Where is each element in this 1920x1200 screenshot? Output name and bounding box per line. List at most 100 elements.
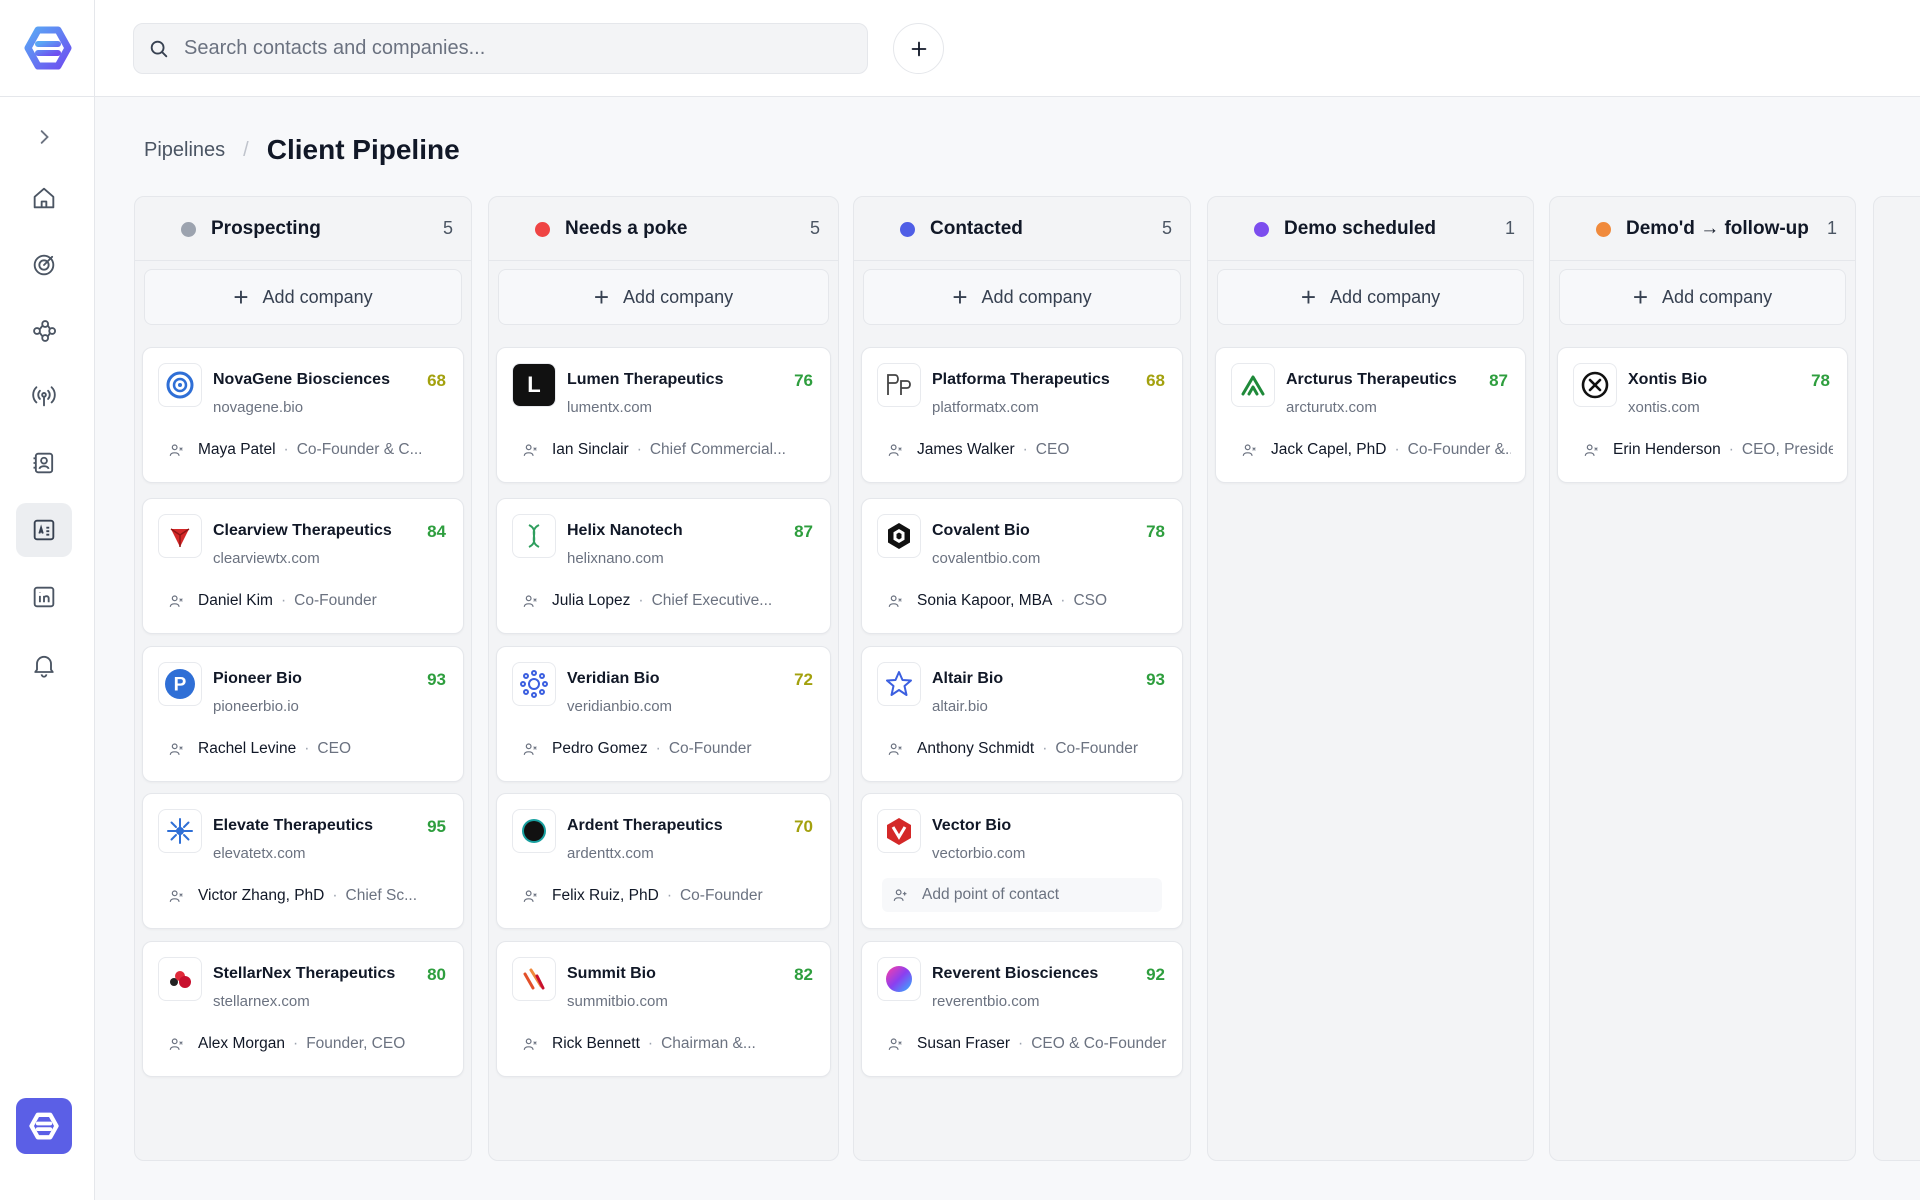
company-score: 92 bbox=[1146, 965, 1165, 984]
company-card[interactable]: Clearview Therapeutics clearviewtx.com 84 D… bbox=[142, 498, 464, 634]
sidebar-item-network[interactable] bbox=[16, 304, 72, 358]
company-card[interactable]: Veridian Bio veridianbio.com 72 Pedro Gomez… bbox=[496, 646, 831, 782]
contact-role: CEO, President bbox=[1741, 441, 1833, 458]
sidebar-item-notifications[interactable] bbox=[16, 638, 72, 692]
company-card[interactable]: Platforma Therapeutics platformatx.com 68 J… bbox=[861, 347, 1183, 483]
company-card[interactable]: Helix Nanotech helixnano.com 87 Julia Lopez… bbox=[496, 498, 831, 634]
column-count: 1 bbox=[1826, 218, 1837, 238]
point-of-contact[interactable]: Anthony Schmidt · Co-Founder bbox=[887, 737, 1168, 761]
contact-role: Chief Executive... bbox=[651, 592, 773, 609]
add-point-of-contact-button[interactable]: Add point of contact bbox=[882, 878, 1162, 912]
point-of-contact[interactable]: Rick Bennett · Chairman &... bbox=[522, 1032, 816, 1056]
point-of-contact[interactable]: Sonia Kapoor, MBA · CSO bbox=[887, 589, 1168, 613]
column-title: Demo'd → follow-up bbox=[1626, 217, 1809, 239]
point-of-contact[interactable]: Erin Henderson · CEO, President bbox=[1583, 438, 1833, 462]
sidebar-item-companies[interactable] bbox=[16, 503, 72, 557]
linkedin-icon bbox=[33, 586, 55, 608]
company-name: Altair Bio bbox=[932, 670, 1004, 687]
company-card[interactable]: Xontis Bio xontis.com 78 Erin Henderson · CEO… bbox=[1557, 347, 1848, 483]
company-score: 76 bbox=[794, 371, 813, 390]
breadcrumb-parent-link[interactable]: Pipelines bbox=[144, 139, 225, 162]
point-of-contact[interactable]: Daniel Kim · Co-Founder bbox=[168, 589, 449, 613]
company-card[interactable]: P Pioneer Bio pioneerbio.io 93 Rachel Levine… bbox=[142, 646, 464, 782]
company-name: Reverent Biosciences bbox=[932, 965, 1099, 982]
column-header[interactable]: Demo scheduled 1 bbox=[1208, 197, 1533, 261]
company-domain: novagene.bio bbox=[213, 399, 304, 416]
company-domain: xontis.com bbox=[1628, 399, 1700, 416]
column-header[interactable]: Prospecting 5 bbox=[135, 197, 471, 261]
company-domain: stellarnex.com bbox=[213, 993, 310, 1010]
point-of-contact[interactable]: Jack Capel, PhD · Co-Founder &... bbox=[1241, 438, 1511, 462]
workspace-button[interactable] bbox=[16, 1098, 72, 1154]
add-company-button[interactable]: + Add company bbox=[863, 269, 1181, 325]
point-of-contact[interactable]: Julia Lopez · Chief Executive... bbox=[522, 589, 816, 613]
company-card[interactable]: Summit Bio summitbio.com 82 Rick Bennett · Ch… bbox=[496, 941, 831, 1077]
column-title: Prospecting bbox=[211, 217, 321, 239]
separator-dot: · bbox=[280, 592, 287, 609]
company-card[interactable]: Altair Bio altair.bio 93 Anthony Schmidt · Co… bbox=[861, 646, 1183, 782]
column-header[interactable]: Contacted 5 bbox=[854, 197, 1190, 261]
company-card[interactable]: Covalent Bio covalentbio.com 78 Sonia Kapoo… bbox=[861, 498, 1183, 634]
company-domain: summitbio.com bbox=[567, 993, 668, 1010]
pipeline-column: Demo'd → follow-up 1 + Add company Xontis Bi… bbox=[1549, 196, 1856, 1161]
add-company-button[interactable]: + Add company bbox=[144, 269, 462, 325]
point-of-contact[interactable]: Alex Morgan · Founder, CEO bbox=[168, 1032, 449, 1056]
contact-person-icon bbox=[1242, 444, 1256, 456]
sidebar-item-contacts[interactable] bbox=[16, 436, 72, 490]
breadcrumb: Pipelines / Client Pipeline bbox=[144, 132, 460, 168]
company-domain: helixnano.com bbox=[567, 550, 664, 567]
sidebar-item-linkedin[interactable] bbox=[16, 570, 72, 624]
company-card[interactable]: Ardent Therapeutics ardenttx.com 70 Felix R… bbox=[496, 793, 831, 929]
column-count: 1 bbox=[1504, 218, 1515, 238]
contact-role: CEO & Co-Founder bbox=[1031, 1035, 1167, 1052]
column-header[interactable]: Demo'd → follow-up 1 bbox=[1550, 197, 1855, 261]
separator-dot: · bbox=[293, 1035, 299, 1052]
search-input[interactable] bbox=[184, 37, 824, 60]
sidebar-item-home[interactable] bbox=[16, 171, 72, 225]
sidebar-item-signals[interactable] bbox=[16, 369, 72, 423]
sidebar-item-targets[interactable] bbox=[16, 238, 72, 292]
company-score: 93 bbox=[1146, 670, 1165, 689]
contact-role: Chairman &... bbox=[661, 1035, 756, 1052]
company-logo-icon bbox=[512, 662, 556, 706]
company-card[interactable]: NovaGene Biosciences novagene.bio 68 Maya P… bbox=[142, 347, 464, 483]
company-logo-icon bbox=[877, 363, 921, 407]
chevron-right-icon bbox=[40, 130, 49, 144]
company-card[interactable]: StellarNex Therapeutics stellarnex.com 80 A… bbox=[142, 941, 464, 1077]
point-of-contact[interactable]: Victor Zhang, PhD · Chief Sc... bbox=[168, 884, 449, 908]
app-logo-icon bbox=[29, 1112, 59, 1140]
network-icon bbox=[33, 320, 57, 342]
company-card[interactable]: Arcturus Therapeutics arcturutx.com 87 Jack… bbox=[1215, 347, 1526, 483]
company-score: 68 bbox=[1146, 371, 1165, 390]
company-logo-icon bbox=[1573, 363, 1617, 407]
company-logo-icon: P bbox=[158, 662, 202, 706]
add-button[interactable] bbox=[893, 23, 944, 74]
point-of-contact[interactable]: Felix Ruiz, PhD · Co-Founder bbox=[522, 884, 816, 908]
app-logo[interactable] bbox=[0, 0, 95, 97]
company-name: Covalent Bio bbox=[932, 522, 1030, 539]
companies-icon bbox=[33, 519, 55, 541]
company-logo-icon bbox=[512, 957, 556, 1001]
add-company-button[interactable]: + Add company bbox=[1559, 269, 1846, 325]
contacts-icon bbox=[33, 452, 54, 474]
contact-name: Victor Zhang, PhD bbox=[198, 887, 325, 904]
point-of-contact[interactable]: James Walker · CEO bbox=[887, 438, 1168, 462]
separator-dot: · bbox=[1060, 592, 1066, 609]
contact-name: Felix Ruiz, PhD bbox=[552, 887, 659, 904]
column-status-dot bbox=[1254, 222, 1269, 237]
point-of-contact[interactable]: Pedro Gomez · Co-Founder bbox=[522, 737, 816, 761]
sidebar-expand-button[interactable] bbox=[16, 110, 72, 164]
company-card[interactable]: Elevate Therapeutics elevatetx.com 95 Victo… bbox=[142, 793, 464, 929]
add-company-button[interactable]: + Add company bbox=[1217, 269, 1524, 325]
company-card[interactable]: L Lumen Therapeutics lumentx.com 76 Ian Sinc… bbox=[496, 347, 831, 483]
point-of-contact[interactable]: Rachel Levine · CEO bbox=[168, 737, 449, 761]
company-logo-icon bbox=[877, 957, 921, 1001]
point-of-contact[interactable]: Susan Fraser · CEO & Co-Founder bbox=[887, 1032, 1168, 1056]
point-of-contact[interactable]: Maya Patel · Co-Founder & C... bbox=[168, 438, 449, 462]
company-card[interactable]: Reverent Biosciences reverentbio.com 92 Sus… bbox=[861, 941, 1183, 1077]
search-bar[interactable] bbox=[133, 23, 868, 74]
column-header[interactable]: Needs a poke 5 bbox=[489, 197, 838, 261]
point-of-contact[interactable]: Ian Sinclair · Chief Commercial... bbox=[522, 438, 816, 462]
company-card[interactable]: Vector Bio vectorbio.com Add point of cont… bbox=[861, 793, 1183, 929]
add-company-button[interactable]: + Add company bbox=[498, 269, 829, 325]
